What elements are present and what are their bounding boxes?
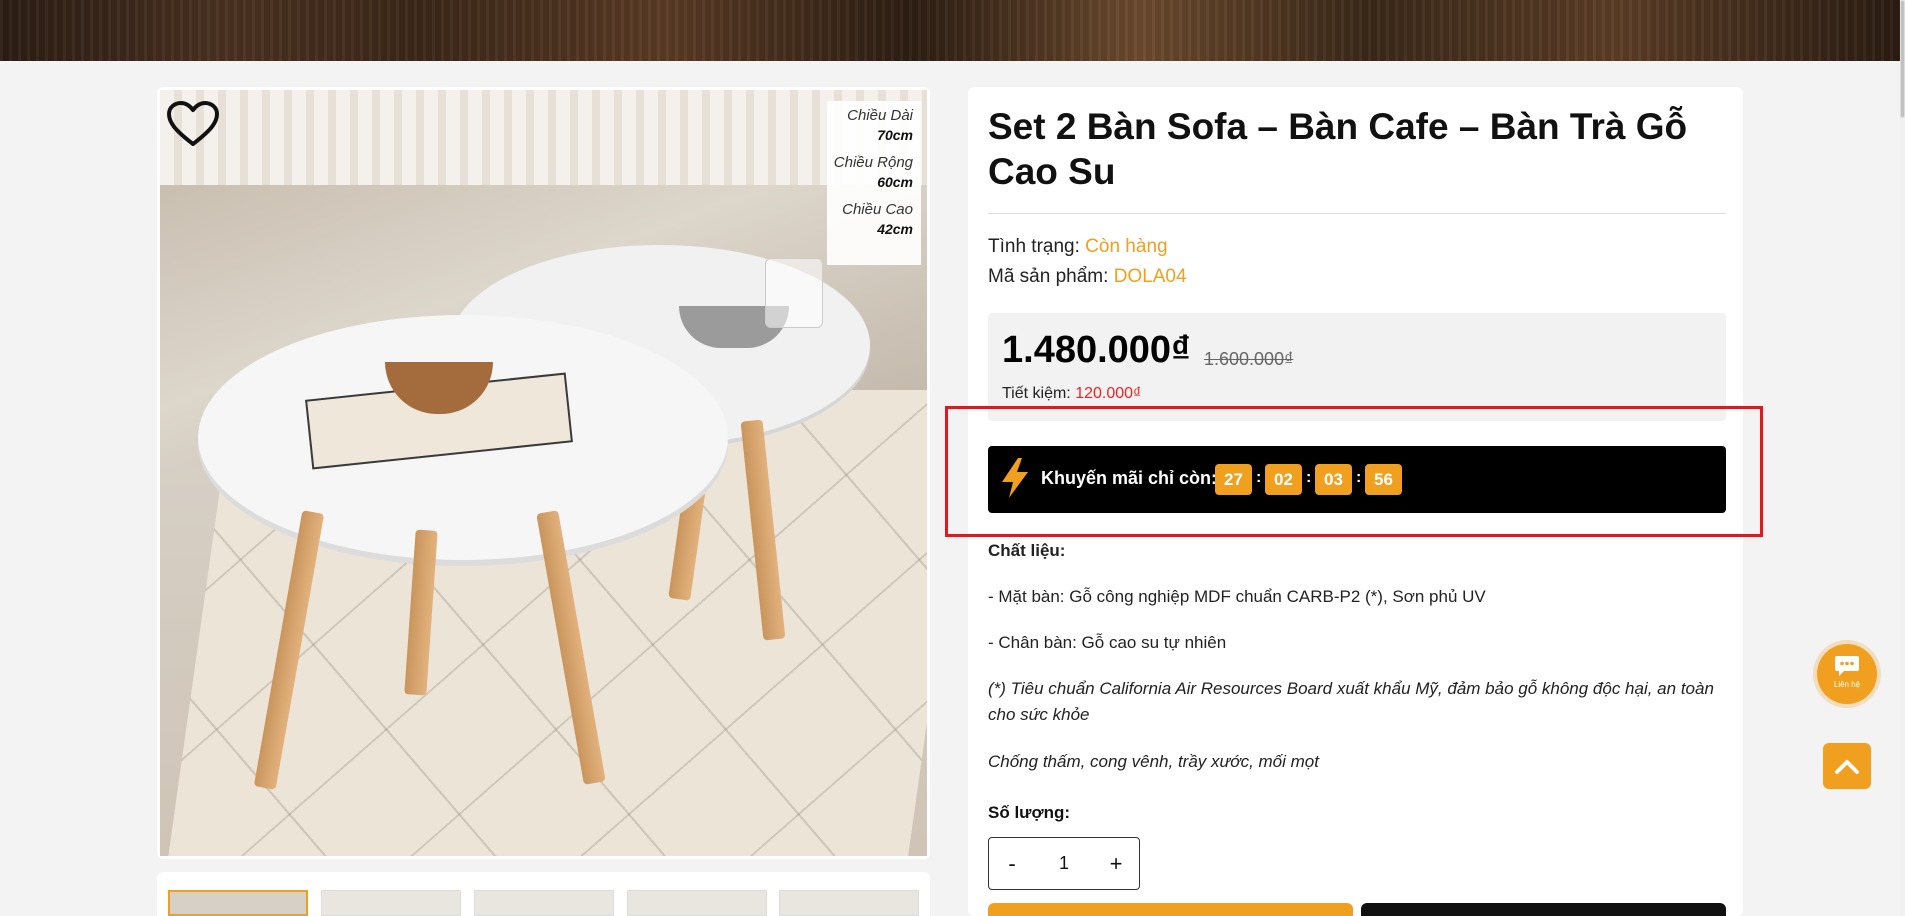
page-scrollbar[interactable] bbox=[1900, 0, 1905, 916]
buy-now-button[interactable] bbox=[1361, 903, 1726, 916]
chevron-up-icon bbox=[1835, 760, 1859, 774]
dimension-value: 42cm bbox=[877, 221, 913, 237]
features-line: Chống thấm, cong vênh, trầy xước, mối mọ… bbox=[988, 752, 1319, 771]
chat-icon bbox=[1835, 656, 1859, 676]
thumbnail-1[interactable] bbox=[168, 890, 308, 916]
quantity-increase-button[interactable]: + bbox=[1093, 838, 1139, 889]
stock-status-label: Tình trạng: bbox=[988, 236, 1080, 257]
image-glass bbox=[765, 258, 823, 328]
saving-text: Tiết kiệm: 120.000₫ bbox=[1002, 385, 1141, 403]
quantity-label: Số lượng: bbox=[988, 803, 1070, 822]
sku-value: DOLA04 bbox=[1113, 266, 1187, 287]
material-heading: Chất liệu: bbox=[988, 541, 1066, 560]
annotation-highlight-box bbox=[945, 406, 1763, 537]
image-curtain bbox=[160, 90, 927, 185]
dimension-label: Chiều Dài bbox=[847, 107, 913, 124]
material-line-1: - Mặt bàn: Gỗ công nghiệp MDF chuẩn CARB… bbox=[988, 587, 1486, 606]
title-divider bbox=[988, 213, 1726, 214]
thumbnail-4[interactable] bbox=[627, 890, 767, 916]
thumbnail-5[interactable] bbox=[779, 890, 919, 916]
current-price: 1.480.000₫ bbox=[1002, 329, 1191, 371]
dimension-value: 60cm bbox=[877, 174, 913, 190]
chat-contact-button[interactable]: Liên hệ bbox=[1817, 644, 1877, 704]
header-banner-image bbox=[0, 0, 1900, 61]
quantity-decrease-button[interactable]: - bbox=[989, 838, 1035, 889]
thumbnail-3[interactable] bbox=[474, 890, 614, 916]
quantity-input[interactable]: 1 bbox=[1035, 838, 1093, 889]
chat-label: Liên hệ bbox=[1833, 680, 1861, 689]
dimension-value: 70cm bbox=[877, 127, 913, 143]
heart-icon[interactable] bbox=[166, 100, 220, 148]
stock-status: Tình trạng: Còn hàng bbox=[988, 236, 1168, 258]
material-note: (*) Tiêu chuẩn California Air Resources … bbox=[988, 679, 1714, 724]
dimension-label: Chiều Cao bbox=[842, 201, 913, 218]
saving-value: 120.000₫ bbox=[1075, 385, 1142, 402]
back-to-top-button[interactable] bbox=[1823, 743, 1871, 789]
saving-label: Tiết kiệm: bbox=[1002, 385, 1071, 402]
material-line-2: - Chân bàn: Gỗ cao su tự nhiên bbox=[988, 633, 1227, 652]
thumbnail-2[interactable] bbox=[321, 890, 461, 916]
product-sku: Mã sản phẩm: DOLA04 bbox=[988, 266, 1187, 288]
dimension-label: Chiều Rộng bbox=[833, 154, 913, 171]
product-main-image[interactable] bbox=[160, 90, 927, 856]
quantity-stepper: - 1 + bbox=[988, 837, 1140, 890]
scrollbar-thumb[interactable] bbox=[1900, 0, 1905, 118]
add-to-cart-button[interactable] bbox=[988, 903, 1353, 916]
product-title: Set 2 Bàn Sofa – Bàn Cafe – Bàn Trà Gỗ C… bbox=[988, 106, 1688, 192]
stock-status-value: Còn hàng bbox=[1085, 236, 1168, 257]
sku-label: Mã sản phẩm: bbox=[988, 266, 1109, 287]
old-price: 1.600.000₫ bbox=[1204, 349, 1294, 369]
dimensions-panel: Chiều Dài 70cm Chiều Rộng 60cm Chiều Cao… bbox=[827, 101, 921, 265]
